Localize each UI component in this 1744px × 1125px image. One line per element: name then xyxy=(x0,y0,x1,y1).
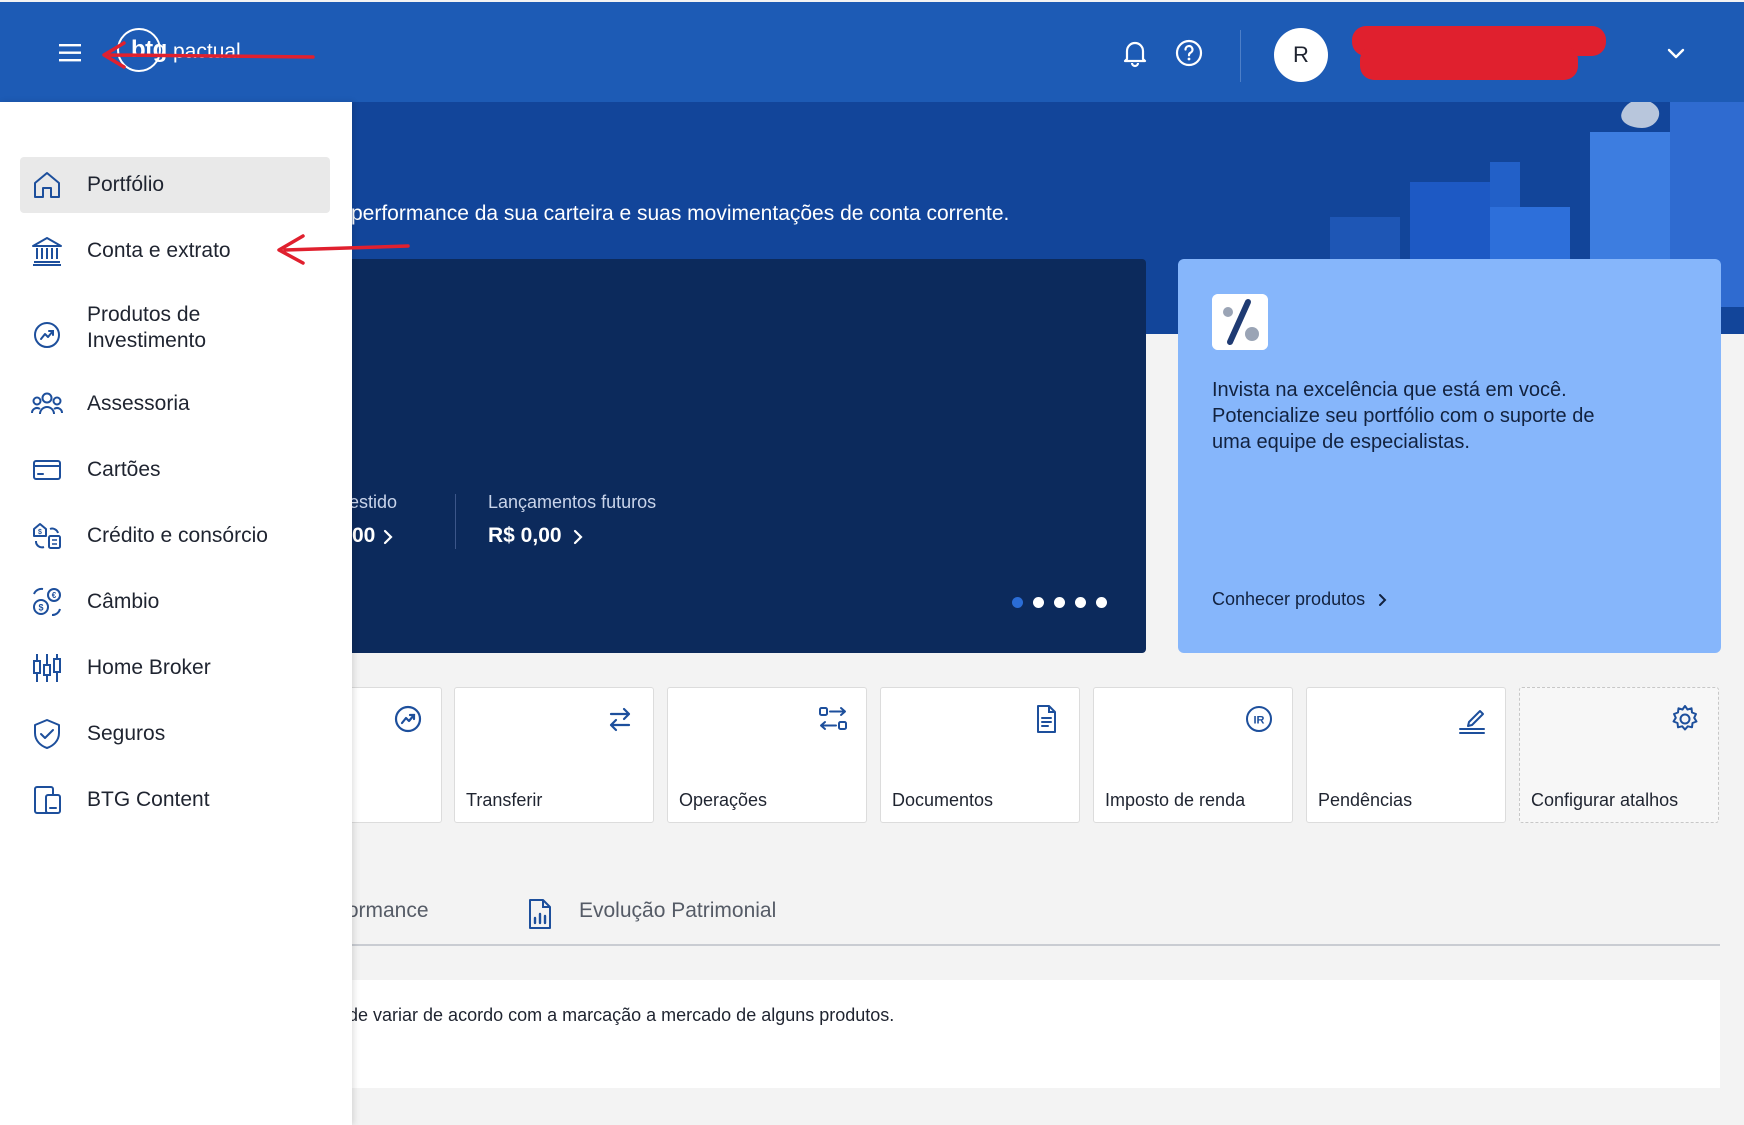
invested-value[interactable]: 00 xyxy=(352,524,375,548)
sidebar-item-label: Cartões xyxy=(87,458,161,481)
sidebar-item-label: BTG Content xyxy=(87,788,210,811)
top-bar: btg pactual R xyxy=(0,2,1744,102)
balance-separator xyxy=(455,494,456,549)
future-entries-value[interactable]: R$ 0,00 xyxy=(488,524,562,548)
redacted-account xyxy=(1360,46,1578,80)
card-icon xyxy=(33,460,61,480)
sidebar-item-label: Portfólio xyxy=(87,173,165,196)
content-devices-icon xyxy=(34,786,61,814)
shortcut-imposto-de-renda[interactable]: IR Imposto de renda xyxy=(1093,687,1293,823)
report-chart-icon xyxy=(529,899,551,929)
sidebar-item-label: Assessoria xyxy=(87,392,190,415)
shortcut-configurar-atalhos[interactable]: Configurar atalhos xyxy=(1519,687,1719,823)
app-screen: btg pactual R performance da sua carteir… xyxy=(0,0,1744,1125)
info-text: de variar de acordo com a marcação a mer… xyxy=(348,1005,895,1025)
credit-icon: $ xyxy=(33,523,61,549)
exchange-icon: $ € xyxy=(33,587,61,616)
sidebar-item-label: Conta e extrato xyxy=(87,239,231,262)
shortcut-label: Imposto de renda xyxy=(1105,790,1246,810)
shortcut-label: Documentos xyxy=(892,790,994,810)
btg-logo[interactable]: btg pactual xyxy=(117,24,247,76)
sidebar-item-label: Produtos de Investimento xyxy=(87,303,207,352)
carousel-dot[interactable] xyxy=(1012,597,1023,608)
sidebar-item-cambio[interactable]: $ € Câmbio xyxy=(20,574,330,630)
ir-tax-icon: IR xyxy=(1246,706,1272,732)
info-panel xyxy=(330,980,1720,1088)
chevron-down-icon[interactable] xyxy=(1662,40,1690,68)
header-divider xyxy=(1240,30,1241,82)
sidebar-item-label: Crédito e consórcio xyxy=(87,524,268,547)
gear-icon xyxy=(1672,705,1698,731)
shortcut-label: Configurar atalhos xyxy=(1531,790,1679,810)
candlestick-icon xyxy=(33,654,61,682)
balance-card: nvestido 00 Lançamentos futuros R$ 0,00 xyxy=(330,259,1146,653)
document-icon xyxy=(1037,705,1056,733)
shortcut-pendencias[interactable]: Pendências xyxy=(1306,687,1506,823)
sidebar-item-home-broker[interactable]: Home Broker xyxy=(20,640,330,696)
bell-icon[interactable] xyxy=(1118,36,1152,70)
bank-icon xyxy=(32,237,62,266)
svg-text:IR: IR xyxy=(1254,715,1265,727)
sidebar-item-produtos-de-investimento[interactable]: Produtos de Investimento xyxy=(20,298,330,372)
promo-text: Invista na excelência que está em você. … xyxy=(1212,379,1595,453)
home-icon xyxy=(34,172,60,198)
shortcut-operacoes[interactable]: Operações xyxy=(667,687,867,823)
sidebar-item-label: Câmbio xyxy=(87,590,160,613)
svg-text:€: € xyxy=(52,591,57,600)
carousel-dot[interactable] xyxy=(1033,597,1044,608)
carousel-dot[interactable] xyxy=(1096,597,1107,608)
shortcut-label: Pendências xyxy=(1318,790,1413,810)
sidebar-item-seguros[interactable]: Seguros xyxy=(20,706,330,762)
svg-text:$: $ xyxy=(38,603,43,613)
future-entries-label: Lançamentos futuros xyxy=(488,492,657,512)
shortcut-label: Operações xyxy=(679,790,768,810)
operations-icon xyxy=(819,707,847,730)
avatar[interactable]: R xyxy=(1274,28,1328,82)
shortcut-documentos[interactable]: Documentos xyxy=(880,687,1080,823)
people-icon xyxy=(31,392,63,415)
pending-sign-icon xyxy=(1459,710,1485,734)
sidebar-item-conta-e-extrato[interactable]: Conta e extrato xyxy=(20,223,330,279)
tabs-underline xyxy=(330,944,1720,946)
investment-icon xyxy=(34,322,60,348)
hero-subtitle: performance da sua carteira e suas movim… xyxy=(351,202,1010,225)
sidebar-item-label: Home Broker xyxy=(87,656,211,679)
sidebar-item-portfolio[interactable]: Portfólio xyxy=(20,157,330,213)
chevron-right-icon[interactable] xyxy=(380,526,396,548)
carousel-dots xyxy=(1012,597,1107,608)
svg-text:$: $ xyxy=(38,529,42,536)
specialist-badge-icon xyxy=(1212,294,1268,350)
shortcut-label: Transferir xyxy=(466,790,543,810)
sidebar-item-credito-e-consorcio[interactable]: $ Crédito e consórcio xyxy=(20,508,330,564)
carousel-dot[interactable] xyxy=(1075,597,1086,608)
chevron-right-icon[interactable] xyxy=(570,526,586,548)
sidebar-menu: Portfólio Conta e extrato Produtos de In… xyxy=(0,102,352,1125)
transfer-arrows-icon xyxy=(609,707,631,732)
sidebar-item-btg-content[interactable]: BTG Content xyxy=(20,772,330,828)
investment-icon xyxy=(394,705,422,733)
help-circle-icon[interactable] xyxy=(1172,36,1206,70)
promo-card: Invista na excelência que está em você. … xyxy=(1178,259,1721,653)
tab-evolucao-patrimonial[interactable]: Evolução Patrimonial xyxy=(579,899,776,923)
know-products-link[interactable]: Conhecer produtos xyxy=(1212,589,1390,610)
sidebar-item-cartoes[interactable]: Cartões xyxy=(20,442,330,498)
shield-icon xyxy=(34,719,60,749)
sidebar-item-label: Seguros xyxy=(87,722,166,745)
carousel-dot[interactable] xyxy=(1054,597,1065,608)
chevron-right-icon xyxy=(1379,594,1387,607)
hamburger-menu-icon[interactable] xyxy=(56,38,86,68)
sidebar-item-assessoria[interactable]: Assessoria xyxy=(20,376,330,432)
shortcut-transferir[interactable]: Transferir xyxy=(454,687,654,823)
